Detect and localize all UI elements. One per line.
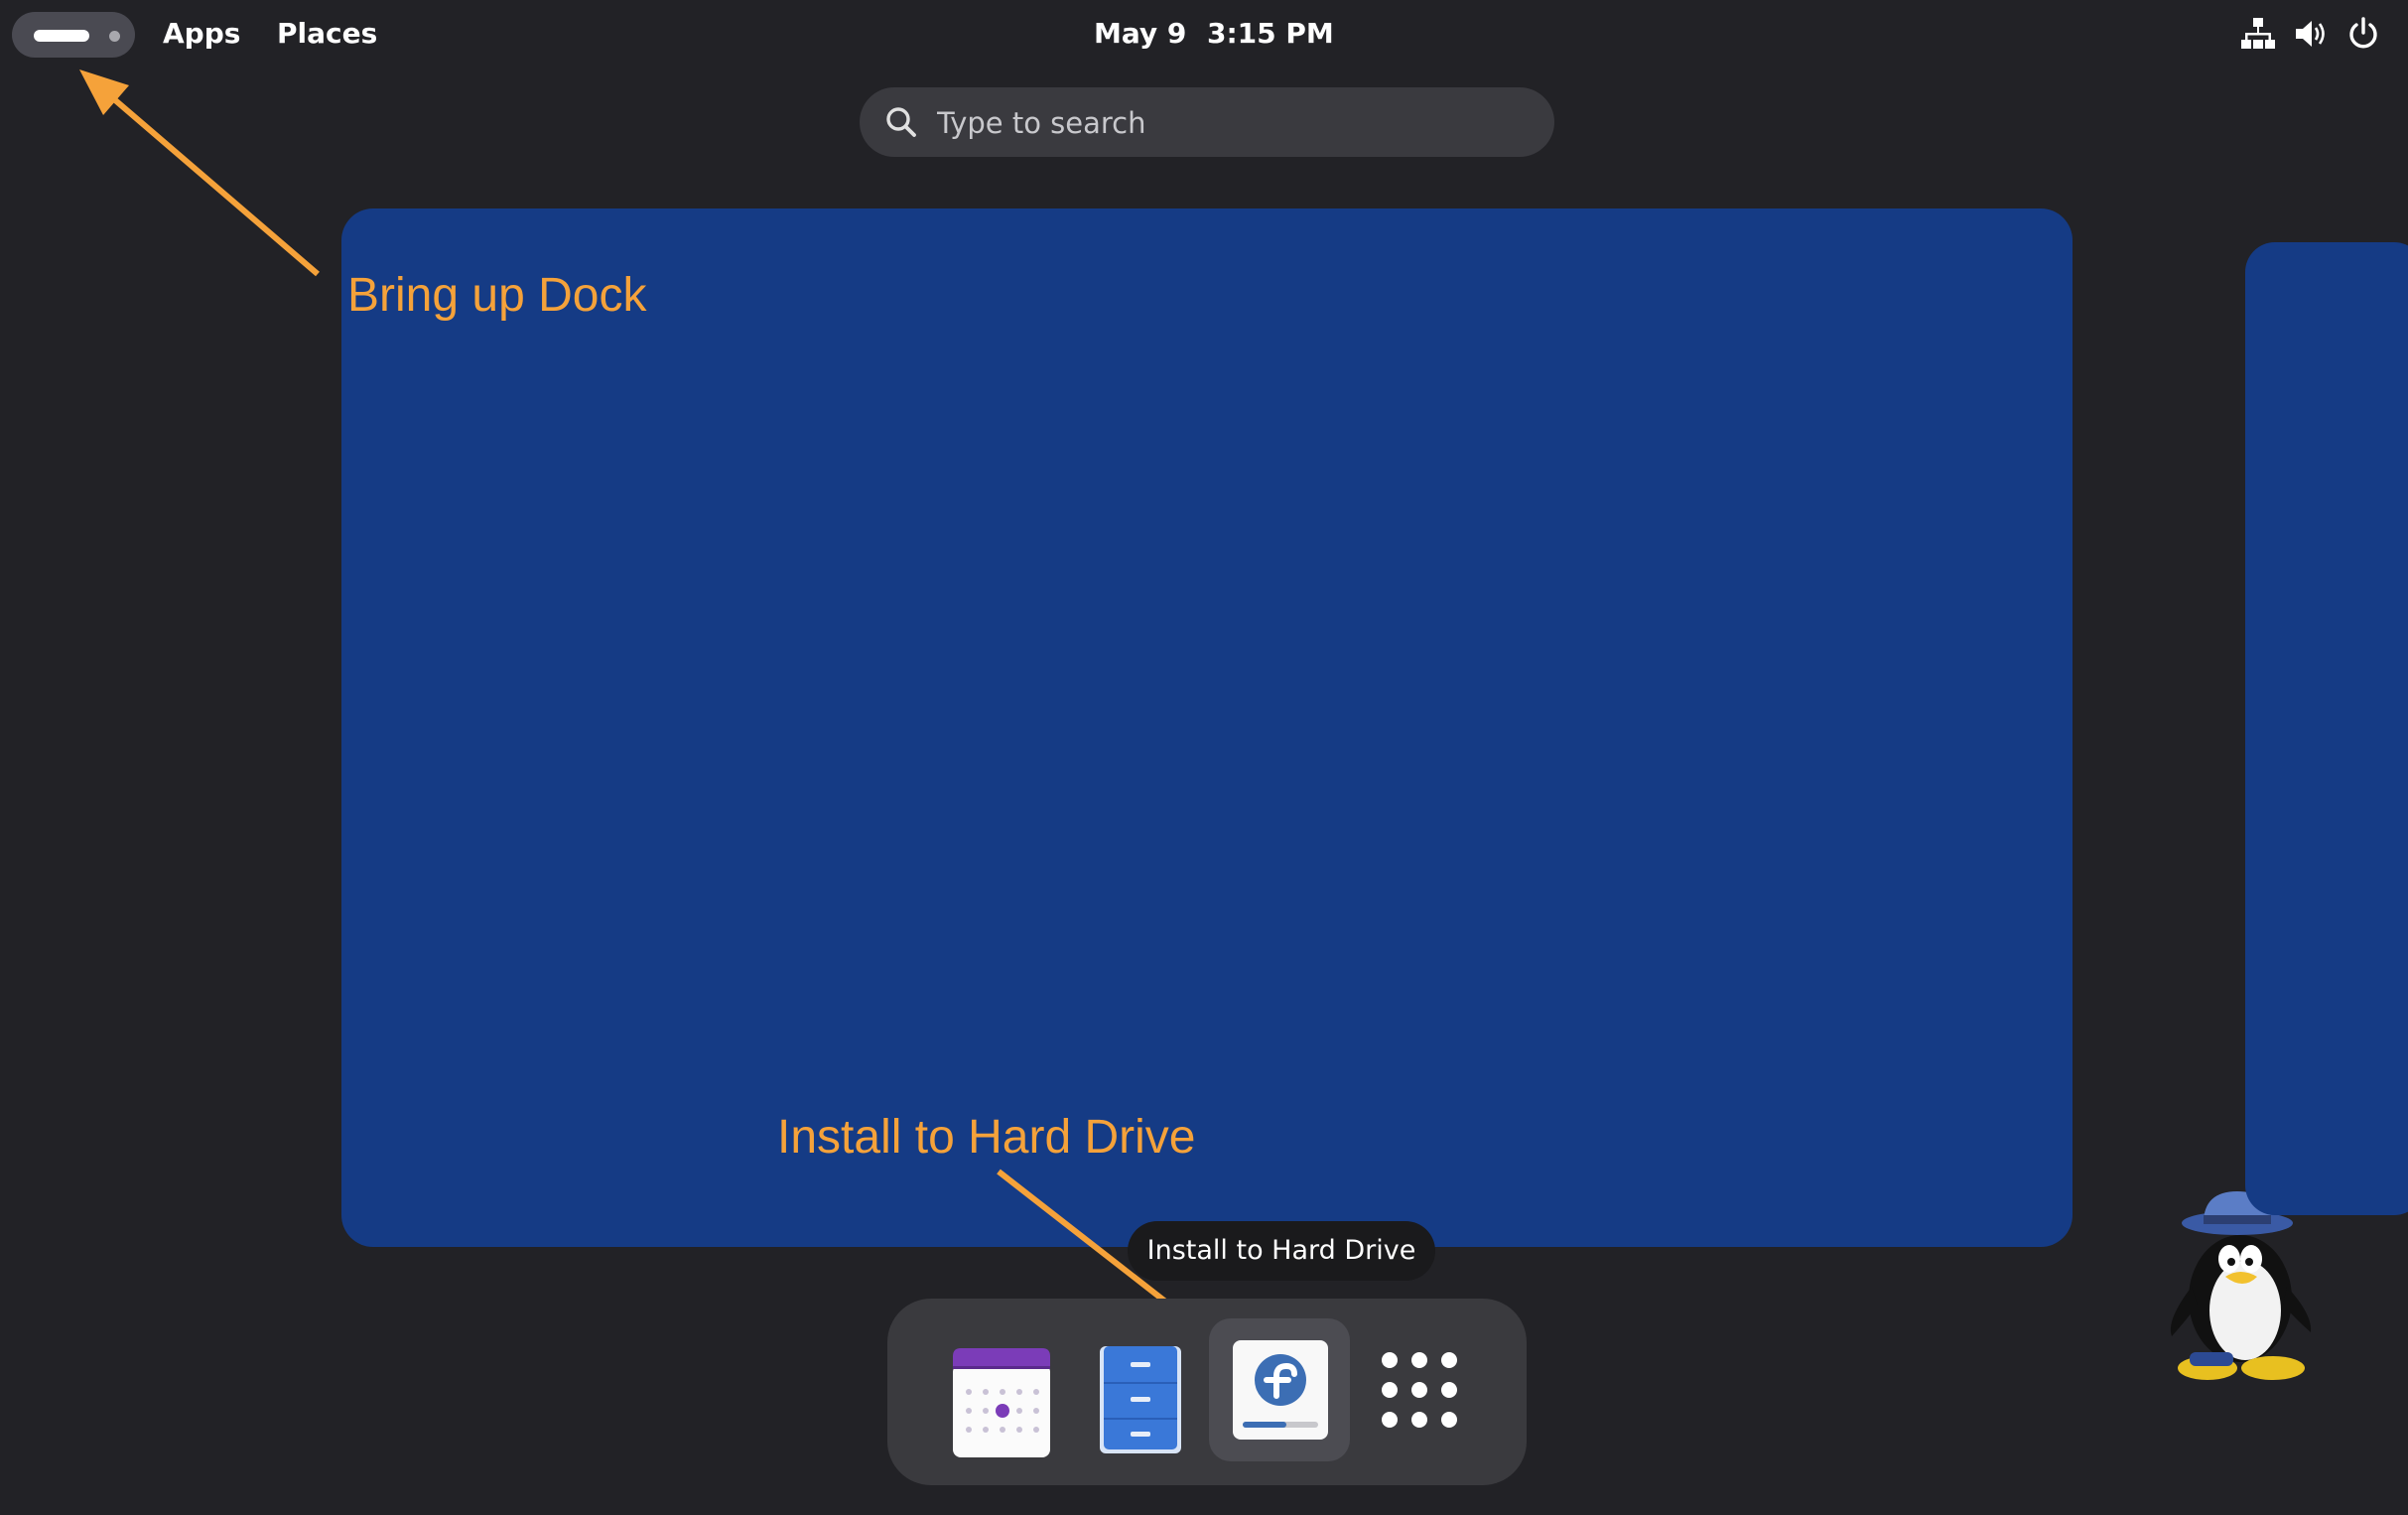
workspace-active-indicator — [34, 30, 89, 42]
fedora-penguin-logo — [2170, 1191, 2312, 1380]
desktop-overview: Apps Places May 9 3:15 PM Type to search… — [0, 0, 2408, 1515]
activities-button[interactable] — [12, 12, 135, 58]
annotation-install: Install to Hard Drive — [777, 1111, 1196, 1164]
files-icon — [1100, 1346, 1181, 1453]
arrow-to-activities — [105, 90, 320, 277]
dock-item-show-apps[interactable] — [1348, 1318, 1489, 1461]
places-menu[interactable]: Places — [277, 17, 377, 50]
workspace-thumbnail[interactable] — [341, 208, 2312, 1380]
fedora-installer-icon — [1233, 1340, 1328, 1440]
network-icon[interactable] — [2240, 16, 2276, 52]
apps-menu[interactable]: Apps — [163, 17, 240, 50]
dock-tooltip: Install to Hard Drive — [1128, 1221, 1435, 1281]
workspace-inactive-indicator — [109, 31, 120, 42]
next-workspace-thumbnail[interactable] — [2245, 242, 2408, 1215]
dock-item-install-to-hard-drive[interactable] — [1209, 1318, 1350, 1461]
dock — [887, 1299, 1527, 1485]
dock-item-files[interactable] — [1070, 1318, 1211, 1461]
clock-time[interactable]: 3:15 PM — [1207, 17, 1334, 50]
search-icon — [886, 107, 916, 137]
top-bar: Apps Places May 9 3:15 PM — [0, 0, 2408, 69]
calendar-icon — [953, 1348, 1050, 1457]
power-icon[interactable] — [2345, 16, 2381, 52]
annotation-bring-up-dock: Bring up Dock — [347, 269, 647, 322]
clock-date[interactable]: May 9 — [1094, 17, 1186, 50]
arrow-head-activities — [79, 69, 129, 115]
app-grid-icon — [1382, 1352, 1457, 1428]
search-input[interactable] — [935, 97, 1535, 149]
dock-item-calendar[interactable] — [931, 1318, 1072, 1461]
volume-icon[interactable] — [2293, 16, 2329, 52]
search-bar[interactable] — [860, 87, 1554, 157]
